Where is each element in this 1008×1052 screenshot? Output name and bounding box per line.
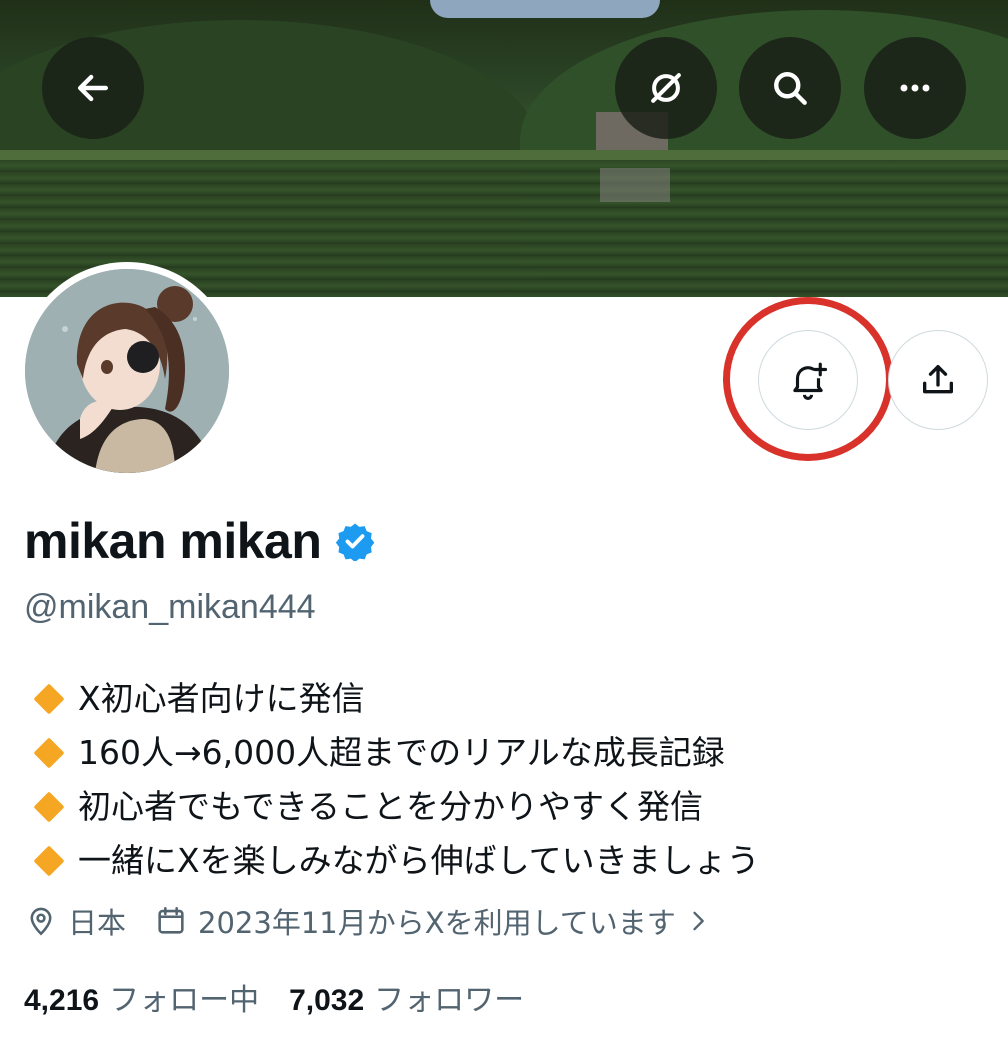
chevron-right-icon[interactable] [684,907,712,935]
follow-stats: 4,216 フォロー中 7,032 フォロワー [24,975,524,1019]
followers-label: フォロワー [374,983,525,1018]
user-handle: @mikan_mikan444 [24,588,316,626]
bio-line-text: 160人→6,000人超までのリアルな成長記録 [78,733,725,772]
followers-link[interactable]: 7,032 フォロワー [289,975,524,1019]
share-icon [923,365,953,394]
bio-line: 初心者でもできることを分かりやすく発信 [30,780,760,834]
verified-badge-icon[interactable] [335,521,375,561]
location-text: 日本 [68,906,127,940]
share-button[interactable] [888,330,988,430]
arrow-left-icon [77,74,109,102]
search-icon [774,72,807,105]
bio-line-text: X初心者向けに発信 [78,679,365,718]
bio-line: X初心者向けに発信 [30,672,760,726]
bio-line-text: 初心者でもできることを分かりやすく発信 [78,787,704,826]
orange-diamond-icon [33,845,65,877]
bio-line: 一緒にXを楽しみながら伸ばしていきましょう [30,834,760,888]
following-link[interactable]: 4,216 フォロー中 [24,975,259,1019]
profile-meta: 日本 2023年11月からXを利用しています [24,900,712,942]
calendar-icon [158,906,184,934]
orange-diamond-icon [33,683,65,715]
display-name: mikan mikan [24,512,375,570]
orange-diamond-icon [33,791,65,823]
back-button[interactable] [42,37,144,139]
more-button[interactable] [864,37,966,139]
bio-line: 160人→6,000人超までのリアルな成長記録 [30,726,760,780]
more-horizontal-icon [900,84,930,92]
location-pin-icon [30,907,52,936]
joined-date-link[interactable]: 2023年11月からXを利用しています [198,900,676,942]
orange-diamond-icon [33,737,65,769]
display-name-text: mikan mikan [24,513,322,569]
banner-sky [430,0,660,18]
avatar[interactable] [18,262,236,480]
following-label: フォロー中 [109,983,260,1018]
highlight-ring [723,297,893,461]
profile-bio: X初心者向けに発信 160人→6,000人超までのリアルな成長記録 初心者でもで… [30,672,760,888]
search-button[interactable] [739,37,841,139]
bio-line-text: 一緒にXを楽しみながら伸ばしていきましょう [78,841,760,880]
grok-icon [651,73,681,103]
profile-banner[interactable] [0,0,1008,297]
avatar-image [25,269,229,473]
following-count: 4,216 [24,984,100,1017]
banner-house-reflection [600,168,670,202]
followers-count: 7,032 [289,984,365,1017]
grok-button[interactable] [615,37,717,139]
